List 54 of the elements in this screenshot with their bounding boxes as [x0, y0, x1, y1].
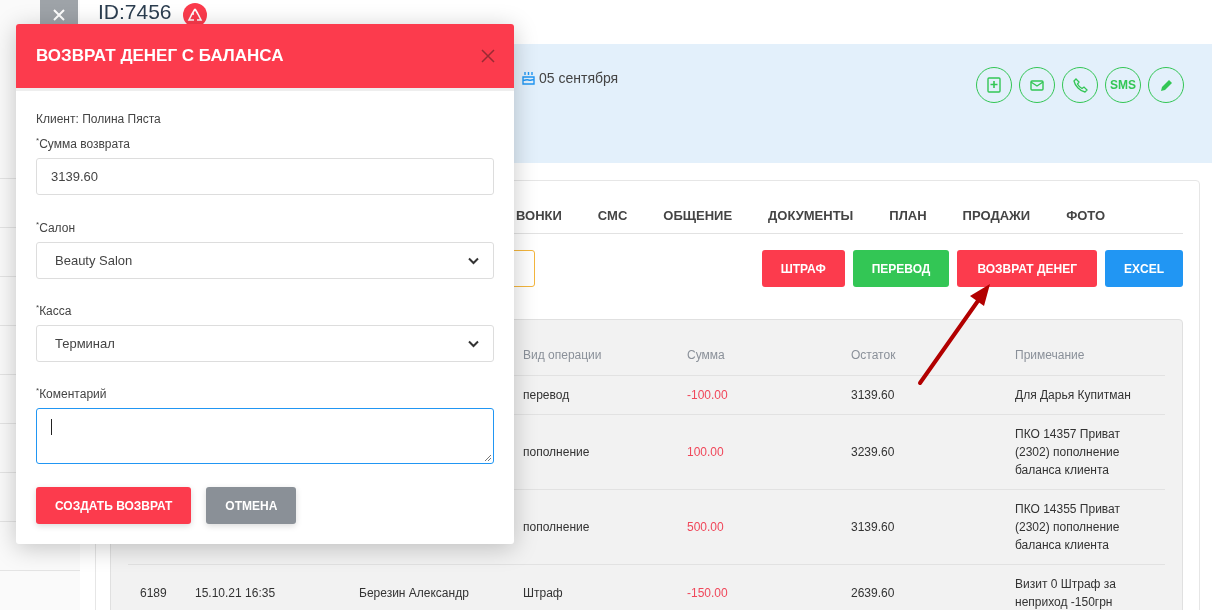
notebook-plus-icon — [987, 77, 1001, 93]
client-name: Клиент: Полина Пяста — [36, 112, 162, 126]
table-cell: 15.10.21 16:35 — [195, 586, 276, 600]
amount-input[interactable]: 3139.60 — [36, 158, 494, 195]
field-label: $^{*}$Сумма возврата — [36, 136, 131, 151]
dialog-title: ВОЗВРАТ ДЕНЕГ С БАЛАНСА — [36, 46, 284, 66]
phone-icon — [1072, 77, 1088, 93]
tab[interactable]: ФОТО — [1048, 208, 1124, 233]
table-cell: пополнение — [523, 520, 590, 534]
table-cell-text: Визит 0 Штраф за неприход -150грн — [1015, 576, 1117, 610]
field-label: $^{*}$Салон — [36, 220, 77, 235]
action-button[interactable]: ШТРАФ — [761, 250, 845, 287]
dialog-button[interactable]: СОЗДАТЬ ВОЗВРАТ — [36, 487, 192, 524]
close-icon[interactable] — [481, 49, 495, 63]
select-field[interactable]: Терминал — [36, 325, 494, 362]
table-cell: 6189 — [140, 586, 167, 600]
table-cell: Березин Александр — [359, 586, 469, 600]
field-label: $^{*}$Коментарий — [36, 386, 108, 401]
client-id-title: ID:7456 — [98, 0, 172, 23]
tab[interactable]: ОБЩЕНИЕ — [645, 208, 751, 233]
table-cell: 3139.60 — [851, 388, 895, 402]
table-cell: 3239.60 — [851, 445, 895, 459]
table-cell: -100.00 — [687, 388, 728, 402]
tab[interactable]: ПЛАН — [871, 208, 945, 233]
chevron-down-icon — [468, 256, 479, 265]
field-label: $^{*}$Касса — [36, 303, 73, 318]
column-header: Остаток — [851, 347, 897, 364]
pencil-icon — [1158, 77, 1174, 93]
table-cell: 500.00 — [687, 520, 724, 534]
column-header: Вид операции — [523, 347, 603, 364]
table-cell: 100.00 — [687, 445, 724, 459]
table-cell: Штраф — [523, 586, 563, 600]
column-header: Сумма — [687, 347, 726, 364]
column-header: Примечание — [1015, 347, 1086, 364]
tab[interactable]: ДОКУМЕНТЫ — [750, 208, 872, 233]
table-cell-text: ПКО 14357 Приват (2302) пополнение баланса клиента — [1015, 426, 1121, 479]
birthday-date: 05 сентября — [539, 70, 619, 86]
table-cell: 2639.60 — [851, 586, 895, 600]
resize-grip-icon[interactable] — [483, 453, 492, 462]
cake-icon — [522, 71, 535, 85]
table-cell: -150.00 — [687, 586, 728, 600]
tab[interactable]: СМС — [579, 208, 646, 233]
envelope-icon — [1030, 79, 1044, 91]
action-button[interactable]: ВОЗВРАТ ДЕНЕГ — [957, 250, 1097, 287]
table-cell-text: Для Дарья Купитман — [1015, 387, 1132, 404]
close-icon — [53, 9, 65, 21]
table-cell: перевод — [523, 388, 570, 402]
tab[interactable]: ПРОДАЖИ — [944, 208, 1049, 233]
table-cell-text: ПКО 14355 Приват (2302) пополнение баланса клиента — [1015, 501, 1121, 554]
chevron-down-icon — [468, 339, 479, 348]
comment-field[interactable] — [36, 408, 494, 464]
table-cell: пополнение — [523, 445, 590, 459]
table-cell: 3139.60 — [851, 520, 895, 534]
select-field[interactable]: Beauty Salon — [36, 242, 494, 279]
